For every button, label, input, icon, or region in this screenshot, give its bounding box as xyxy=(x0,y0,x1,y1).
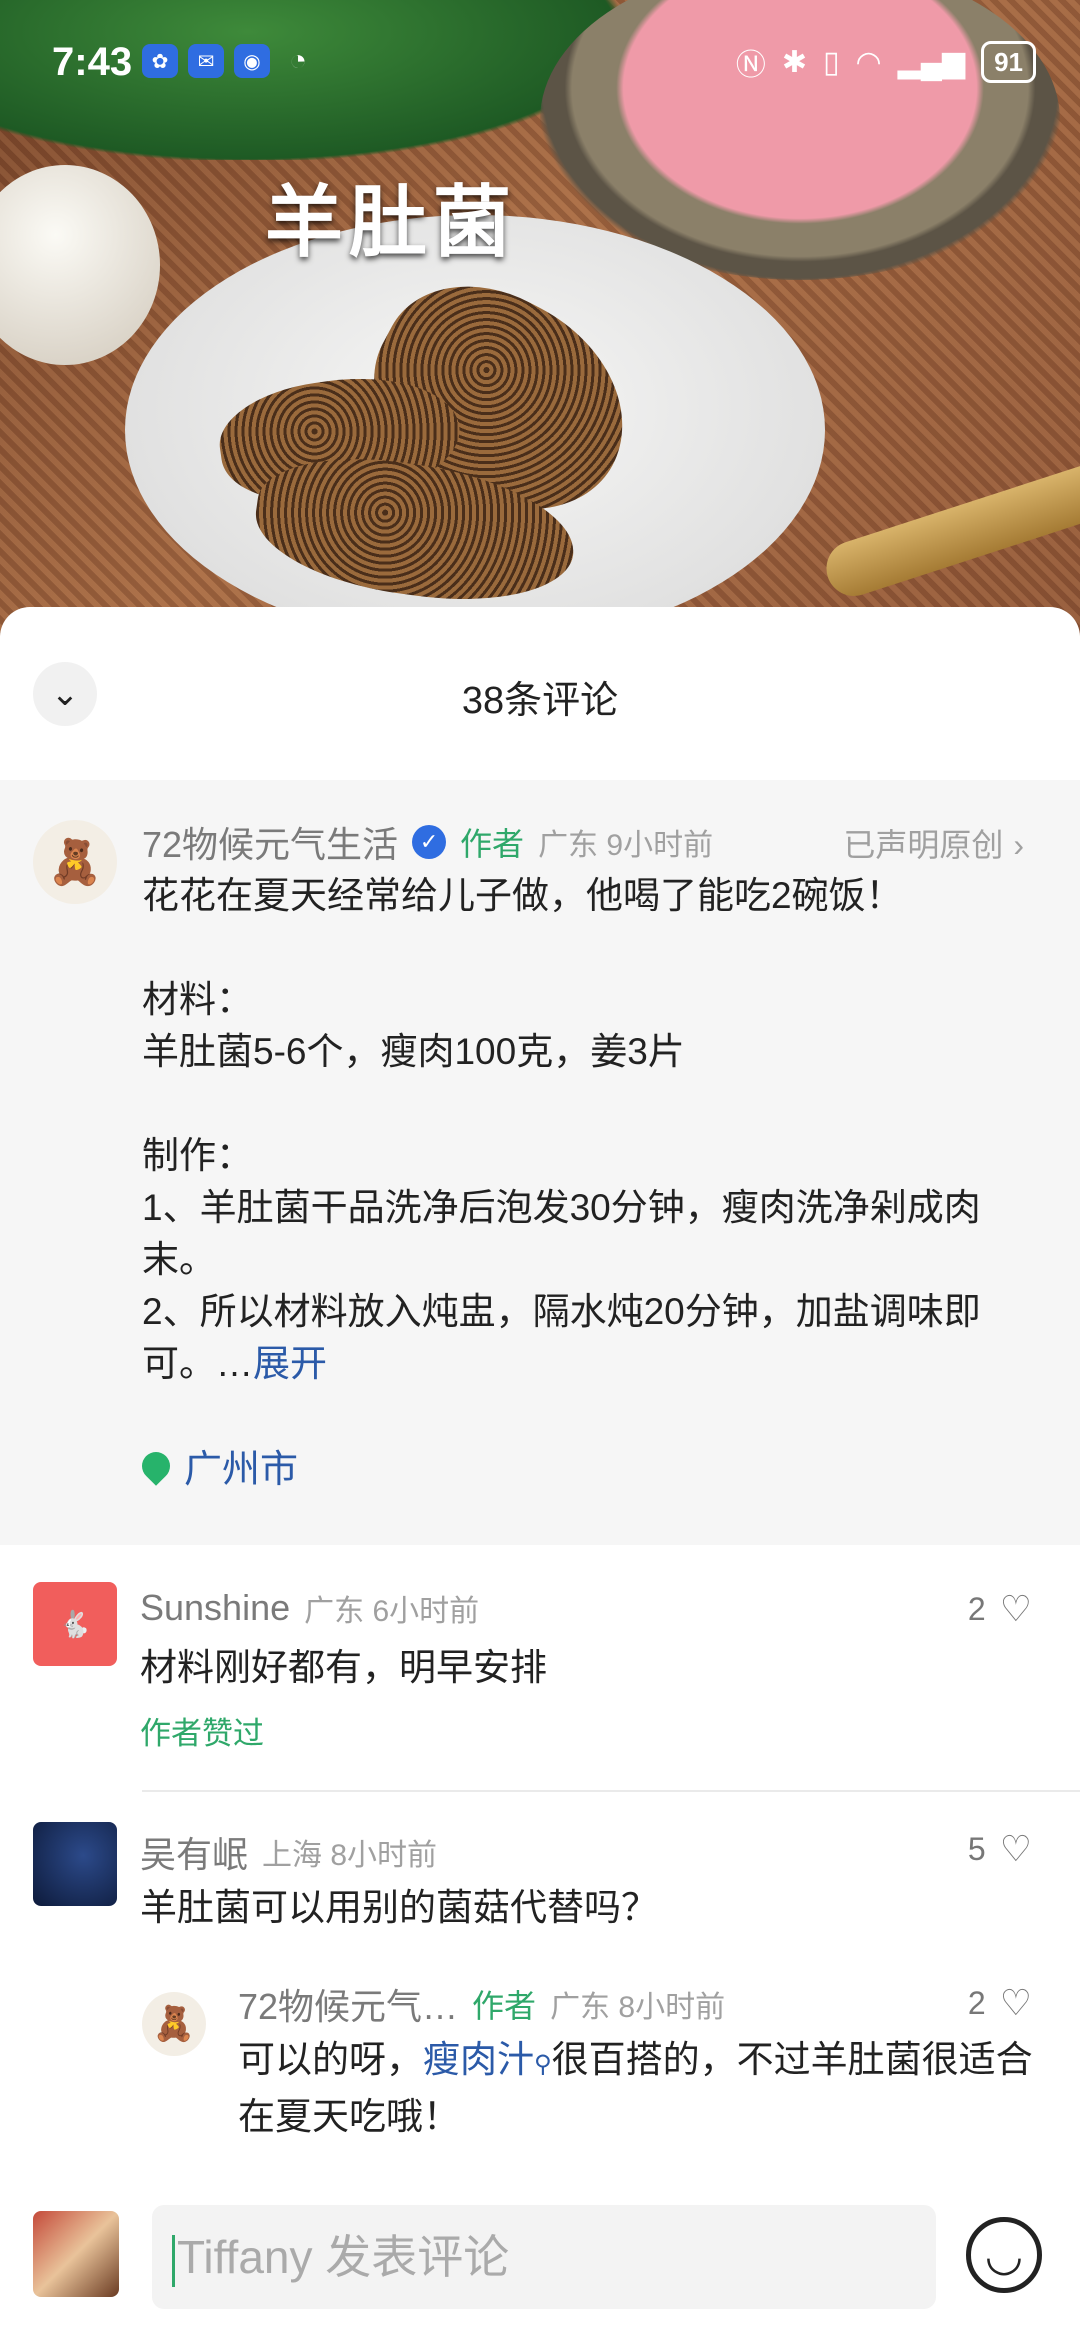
comment-text: 材料刚好都有，明早安排 xyxy=(140,1647,547,1688)
reply-text: 可以的呀，瘦肉汁⚲很百搭的，不过羊肚菌很适合在夏天吃哦！ xyxy=(238,2034,1038,2143)
bluetooth-icon: ✱ xyxy=(781,45,807,79)
nfc-icon: Ⓝ xyxy=(735,49,766,82)
app-notification-icon: ✿ xyxy=(142,44,178,78)
author-name[interactable]: 72物候元气生活 xyxy=(142,816,398,868)
notification-icons: ✿ ✉ ◉ ◔ xyxy=(142,44,316,78)
divider xyxy=(142,1790,1080,1792)
reply-meta: 广东 8小时前 xyxy=(550,1991,726,2024)
user-avatar[interactable] xyxy=(33,2211,119,2297)
signal-icon: ▂▄▆ xyxy=(897,45,966,79)
video-title: 羊肚菌 xyxy=(265,178,518,266)
author-badge: 作者 xyxy=(472,1988,537,2024)
reply-name-line: 72物候元气… 作者 广东 8小时前 xyxy=(238,1978,725,2030)
comment-meta: 广东 6小时前 xyxy=(304,1595,480,1628)
location-text: 广州市 xyxy=(184,1449,299,1491)
commenter-avatar[interactable]: 🐇 xyxy=(33,1582,117,1666)
post-line: 材料： xyxy=(142,979,253,1020)
commenter-name[interactable]: Sunshine xyxy=(140,1587,290,1629)
post-line: 1、羊肚菌干品洗净后泡发30分钟，瘦肉洗净剁成肉末。 xyxy=(142,1187,981,1280)
post-line: 2、所以材料放入炖盅，隔水炖20分钟，加盐调味即可。…展开 xyxy=(142,1286,1047,1390)
comment-input-bar: Tiffany 发表评论 ◡ xyxy=(0,2183,1080,2333)
wifi-icon: ◠ xyxy=(855,45,882,79)
message-icon: ✉ xyxy=(188,44,224,78)
status-time: 7:43 xyxy=(52,40,133,84)
author-avatar[interactable]: 🧸 xyxy=(33,820,117,904)
speed-icon: ◔ xyxy=(288,44,308,77)
post-line: 制作： xyxy=(142,1135,253,1176)
comment-placeholder: Tiffany 发表评论 xyxy=(177,2231,510,2283)
author-badge: 作者 xyxy=(460,826,525,862)
commenter-name[interactable]: 吴有岷 xyxy=(140,1826,248,1878)
comment-input[interactable]: Tiffany 发表评论 xyxy=(152,2205,936,2309)
location-tag[interactable]: 广州市 xyxy=(136,1438,299,1493)
verified-icon: ✓ xyxy=(412,825,447,859)
search-icon: ⚲ xyxy=(534,2051,552,2078)
author-post: 🧸 72物候元气生活 ✓ 作者 广东 9小时前 已声明原创 › 花花在夏天经常给儿… xyxy=(0,780,1080,1545)
heart-icon: ♡ xyxy=(999,1828,1032,1869)
search-link[interactable]: 瘦肉汁⚲ xyxy=(423,2039,552,2080)
comment-count-title: 38条评论 xyxy=(461,680,619,722)
like-button[interactable]: 2 ♡ xyxy=(968,1982,1032,2024)
heart-icon: ♡ xyxy=(999,1982,1032,2023)
chevron-right-icon: › xyxy=(1013,827,1024,863)
emoji-icon[interactable]: ◡ xyxy=(966,2217,1042,2293)
like-count: 2 xyxy=(967,1984,986,2021)
reply-text-part: 可以的呀， xyxy=(238,2039,423,2080)
comment-item: 🐇 Sunshine 广东 6小时前 2 ♡ 材料刚好都有，明早安排 作者赞过 xyxy=(0,1582,1080,1812)
post-line: 羊肚菌5-6个，瘦肉100克，姜3片 xyxy=(142,1031,685,1072)
comment-meta: 上海 8小时前 xyxy=(262,1839,438,1872)
comment-name-line: Sunshine 广东 6小时前 xyxy=(140,1586,479,1630)
author-liked-tag: 作者赞过 xyxy=(140,1716,264,1751)
post-meta: 广东 9小时前 xyxy=(538,829,714,862)
original-label: 已声明原创 xyxy=(843,827,1004,863)
text-caret xyxy=(172,2234,175,2287)
post-line: 花花在夏天经常给儿子做，他喝了能吃2碗饭！ xyxy=(142,875,903,916)
status-bar: 7:43 ✿ ✉ ◉ ◔ Ⓝ ✱ ▯ ◠ ▂▄▆ 91 xyxy=(0,30,1080,94)
video-frame[interactable]: 羊肚菌 xyxy=(0,0,1080,640)
comment-item: 吴有岷 上海 8小时前 5 ♡ 羊肚菌可以用别的菌菇代替吗？ 🧸 72物候元气…… xyxy=(0,1822,1080,2182)
browser-icon: ◉ xyxy=(234,44,270,78)
commenter-avatar[interactable] xyxy=(33,1822,117,1906)
egg-image xyxy=(0,165,160,365)
vibrate-icon: ▯ xyxy=(822,45,840,79)
search-link-text: 瘦肉汁 xyxy=(423,2039,534,2080)
post-body: 花花在夏天经常给儿子做，他喝了能吃2碗饭！ 材料： 羊肚菌5-6个，瘦肉100克… xyxy=(142,870,1047,1390)
like-button[interactable]: 5 ♡ xyxy=(968,1828,1032,1870)
original-declaration-link[interactable]: 已声明原创 › xyxy=(843,820,1024,866)
comments-sheet: ⌄ 38条评论 🧸 72物候元气生活 ✓ 作者 广东 9小时前 已声明原创 › 花… xyxy=(0,607,1080,2333)
reply-avatar[interactable]: 🧸 xyxy=(142,1992,206,2056)
location-pin-icon xyxy=(136,1445,176,1486)
reply-author-name[interactable]: 72物候元气… xyxy=(238,1978,458,2030)
comment-name-line: 吴有岷 上海 8小时前 xyxy=(140,1826,437,1878)
like-count: 2 xyxy=(967,1590,986,1627)
bamboo-image xyxy=(819,451,1080,604)
expand-link[interactable]: 展开 xyxy=(253,1343,327,1384)
system-icons: Ⓝ ✱ ▯ ◠ ▂▄▆ 91 xyxy=(736,40,1036,84)
heart-icon: ♡ xyxy=(999,1588,1032,1629)
author-name-line: 72物候元气生活 ✓ 作者 广东 9小时前 xyxy=(142,816,713,868)
comment-text: 羊肚菌可以用别的菌菇代替吗？ xyxy=(140,1887,658,1928)
like-button[interactable]: 2 ♡ xyxy=(968,1588,1032,1630)
battery-indicator: 91 xyxy=(981,41,1036,83)
sheet-header: ⌄ 38条评论 xyxy=(0,607,1080,779)
like-count: 5 xyxy=(967,1830,986,1867)
